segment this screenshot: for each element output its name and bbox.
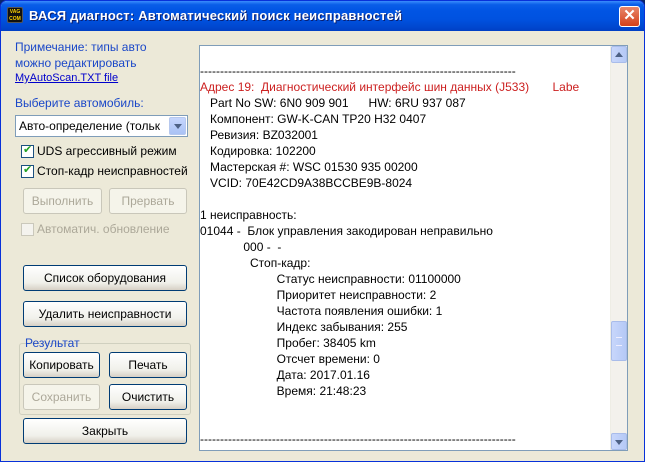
output-line: ----------------------------------------…: [200, 432, 516, 446]
window-title: ВАСЯ диагност: Автоматический поиск неис…: [29, 8, 403, 23]
auto-update-label: Автоматич. обновление: [37, 222, 170, 236]
checkbox-unchecked-icon[interactable]: [21, 223, 34, 236]
result-label: Результат: [25, 336, 80, 350]
output-line: 01044 - Блок управления закодирован непр…: [200, 224, 493, 238]
output-line: Приоритет неисправности: 2: [200, 288, 437, 302]
myautoscan-link[interactable]: MyAutoScan.TXT file: [15, 72, 118, 84]
output-line: Индекс забывания: 255: [200, 320, 408, 334]
car-select-label: Выберите автомобиль:: [15, 96, 144, 110]
output-line: 1 неисправность:: [200, 208, 297, 222]
car-select[interactable]: Авто-определение (тольк: [15, 115, 188, 137]
app-icon: VAG COM: [7, 7, 23, 23]
scroll-down-icon[interactable]: [611, 433, 627, 450]
output-line: Кодировка: 102200: [200, 144, 316, 158]
checkbox-checked-icon[interactable]: [21, 143, 34, 158]
chevron-down-icon[interactable]: [169, 117, 186, 135]
note-line-1: Примечание: типы авто: [15, 40, 147, 54]
output-line: Адрес 19: Диагностический интерфейс шин …: [200, 80, 580, 94]
run-button[interactable]: Выполнить: [23, 188, 102, 214]
vertical-scrollbar[interactable]: [610, 46, 627, 450]
output-line: ----------------------------------------…: [200, 64, 516, 78]
car-select-value: Авто-определение (тольк: [19, 119, 160, 133]
output-line: Ревизия: BZ032001: [200, 128, 318, 142]
note-line-2: можно редактировать: [15, 56, 137, 70]
output-line: Статус неисправности: 01100000: [200, 272, 461, 286]
clear-button[interactable]: Очистить: [109, 384, 187, 410]
output-line: Мастерская #: WSC 01530 935 00200: [200, 160, 418, 174]
main-window: VAG COM ВАСЯ диагност: Автоматический пои…: [0, 0, 645, 462]
checkbox-checked-icon[interactable]: [21, 163, 34, 178]
output-line: 000 - -: [200, 240, 282, 254]
close-window-button[interactable]: ✕: [619, 6, 640, 27]
close-button[interactable]: Закрыть: [23, 418, 187, 444]
output-line: Отсчет времени: 0: [200, 352, 380, 366]
result-text: ----------------------------------------…: [200, 63, 609, 447]
abort-button[interactable]: Прервать: [109, 188, 187, 214]
copy-button[interactable]: Копировать: [23, 352, 100, 378]
output-line: Компонент: GW-K-CAN TP20 H32 0407: [200, 112, 427, 126]
output-line: Стоп-кадр:: [200, 256, 311, 270]
freeze-frame-label: Стоп-кадр неисправностей: [37, 164, 188, 178]
save-button[interactable]: Сохранить: [23, 384, 100, 410]
output-line: Пробег: 38405 km: [200, 336, 376, 350]
output-line: Дата: 2017.01.16: [200, 368, 370, 382]
equipment-list-button[interactable]: Список оборудования: [23, 265, 187, 291]
scroll-thumb[interactable]: [611, 321, 627, 361]
output-line: Part No SW: 6N0 909 901 HW: 6RU 937 087: [200, 96, 466, 110]
output-line: VCID: 70E42CD9A38BCCBE9B-8024: [200, 176, 413, 190]
note-text: Примечание: типы авто можно редактироват…: [15, 39, 195, 71]
result-output[interactable]: ----------------------------------------…: [199, 45, 628, 451]
clear-faults-button[interactable]: Удалить неисправности: [23, 301, 187, 327]
uds-aggressive-label: UDS агрессивный режим: [37, 144, 177, 158]
scroll-up-icon[interactable]: [611, 46, 627, 63]
output-line: Время: 21:48:23: [200, 384, 367, 398]
print-button[interactable]: Печать: [109, 352, 187, 378]
title-bar[interactable]: VAG COM ВАСЯ диагност: Автоматический пои…: [1, 1, 644, 31]
output-line: Частота появления ошибки: 1: [200, 304, 443, 318]
